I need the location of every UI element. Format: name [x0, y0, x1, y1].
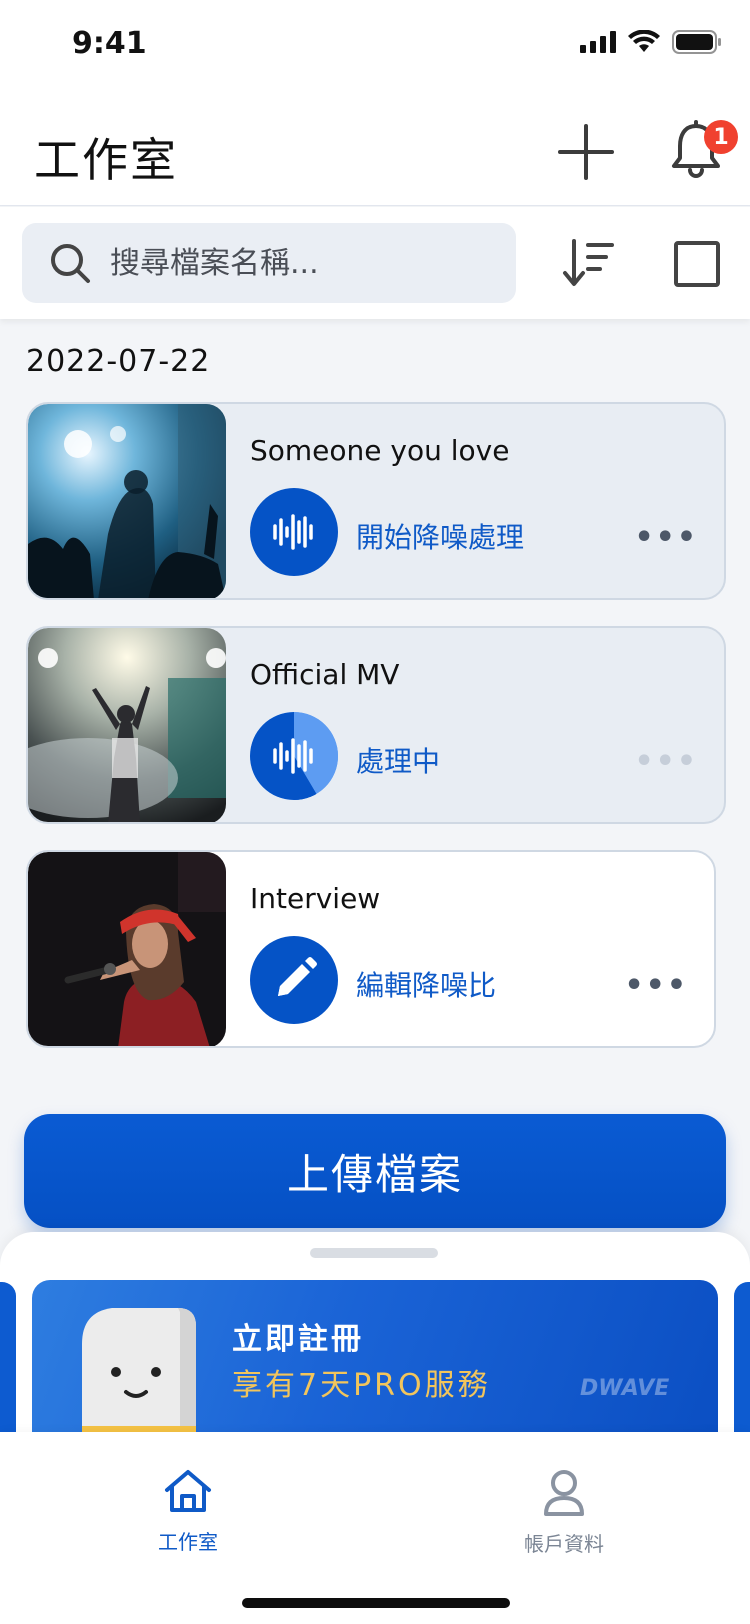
file-card[interactable]: Interview 編輯降噪比 ••• — [26, 850, 716, 1048]
sort-button[interactable] — [560, 235, 616, 291]
action-label: 處理中 — [356, 745, 441, 778]
action-label[interactable]: 開始降噪處理 — [356, 516, 524, 556]
tab-label: 工作室 — [158, 1530, 218, 1554]
home-indicator[interactable] — [242, 1598, 510, 1608]
pencil-icon — [278, 957, 317, 996]
page-title: 工作室 — [34, 133, 178, 187]
user-icon — [544, 1470, 584, 1516]
action-label[interactable]: 編輯降噪比 — [356, 964, 496, 1004]
tab-account[interactable]: 帳戶資料 — [484, 1468, 644, 1568]
more-options-button[interactable]: ••• — [634, 520, 698, 555]
search-input[interactable] — [110, 223, 500, 303]
plus-icon — [558, 124, 614, 180]
tab-label: 帳戶資料 — [524, 1532, 604, 1556]
home-icon — [165, 1470, 211, 1512]
search-box[interactable] — [22, 223, 516, 303]
date-group-label: 2022-07-22 — [26, 344, 211, 379]
tab-bar: 工作室 帳戶資料 — [0, 1432, 750, 1624]
more-options-button[interactable]: ••• — [634, 744, 698, 779]
promo-title: 立即註冊 — [232, 1322, 364, 1357]
card-title: Someone you love — [250, 434, 510, 467]
search-toolbar — [0, 207, 750, 319]
battery-icon — [672, 30, 721, 54]
add-button[interactable] — [556, 122, 616, 182]
status-time: 9:41 — [72, 26, 147, 61]
dwave-logo: DWAVE — [580, 1376, 670, 1401]
promo-sheet: 立即註冊 享有7天PRO服務 DWAVE — [0, 1232, 750, 1432]
sort-icon — [563, 239, 614, 286]
waveform-icon — [273, 514, 313, 550]
promo-banner[interactable]: 立即註冊 享有7天PRO服務 DWAVE — [32, 1280, 718, 1432]
card-title: Interview — [250, 882, 381, 915]
edit-denoise-button[interactable] — [250, 936, 338, 1024]
search-icon — [51, 244, 90, 283]
thumbnail-performer — [28, 628, 226, 822]
wifi-icon — [628, 30, 660, 52]
waveform-icon — [250, 712, 338, 800]
header: 工作室 — [0, 88, 750, 206]
more-options-button[interactable]: ••• — [624, 968, 688, 1003]
tab-studio[interactable]: 工作室 — [108, 1468, 268, 1568]
file-card[interactable]: Official MV 處理中 ••• — [26, 626, 726, 824]
thumbnail-singer — [28, 852, 226, 1046]
card-title: Official MV — [250, 658, 400, 691]
sheet-grabber[interactable] — [310, 1248, 438, 1258]
promo-subtitle: 享有7天PRO服務 — [232, 1368, 491, 1403]
signal-icon — [580, 31, 616, 53]
prev-banner-peek[interactable] — [0, 1282, 16, 1432]
upload-file-button[interactable]: 上傳檔案 — [24, 1114, 726, 1228]
processing-indicator — [250, 712, 338, 800]
status-icons — [580, 30, 722, 54]
next-banner-peek[interactable] — [734, 1282, 750, 1432]
notification-badge: 1 — [704, 120, 738, 154]
mascot-icon — [82, 1308, 196, 1432]
select-checkbox[interactable] — [674, 241, 720, 287]
start-denoise-button[interactable] — [250, 488, 338, 576]
file-card[interactable]: Someone you love 開始降噪處理 ••• — [26, 402, 726, 600]
thumbnail-concert — [28, 404, 226, 598]
status-bar: 9:41 — [0, 0, 750, 88]
